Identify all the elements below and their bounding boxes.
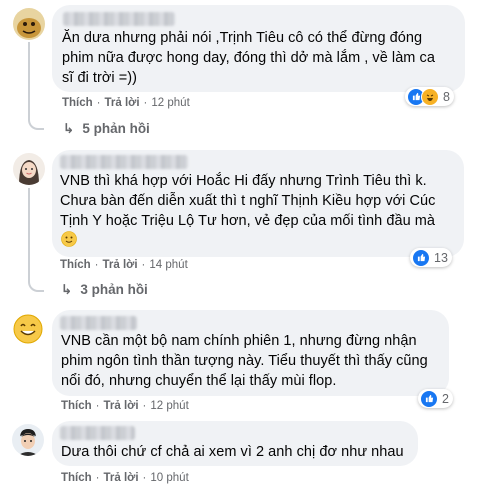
comment-time[interactable]: 14 phút bbox=[149, 259, 187, 271]
slightly-smiling-face-icon bbox=[61, 231, 77, 252]
reaction-count: 8 bbox=[443, 89, 450, 104]
thread-line bbox=[28, 278, 44, 292]
haha-reaction-icon bbox=[421, 87, 439, 106]
reaction-summary[interactable]: 8 bbox=[405, 87, 454, 106]
thread-line bbox=[28, 42, 30, 116]
comment-time[interactable]: 10 phút bbox=[150, 472, 188, 484]
avatar[interactable] bbox=[12, 424, 44, 456]
user-avatar-icon bbox=[12, 424, 44, 456]
comment-text: VNB cần một bộ nam chính phiên 1, nhưng … bbox=[61, 333, 428, 389]
like-link[interactable]: Thích bbox=[62, 97, 93, 109]
avatar[interactable] bbox=[12, 313, 44, 345]
commenter-name[interactable] bbox=[60, 155, 188, 169]
reaction-count: 2 bbox=[442, 391, 449, 406]
commenter-name[interactable] bbox=[63, 12, 175, 26]
comment-actions: Thích · Trả lời · 14 phút bbox=[60, 259, 188, 271]
commenter-name[interactable] bbox=[60, 426, 135, 440]
like-reaction-icon bbox=[420, 389, 438, 408]
comment-text: VNB thì khá hợp với Hoắc Hi đấy nhưng Tr… bbox=[60, 173, 436, 229]
view-replies-link[interactable]: ↳ 3 phản hồi bbox=[61, 282, 148, 298]
comment-actions: Thích · Trả lời · 12 phút bbox=[61, 400, 189, 412]
thread-line bbox=[28, 116, 44, 130]
comment-time[interactable]: 12 phút bbox=[151, 97, 189, 109]
user-avatar-icon bbox=[13, 153, 45, 185]
comment-text: Ăn dưa nhưng phải nói ,Trịnh Tiêu cô có … bbox=[62, 30, 435, 86]
reply-link[interactable]: Trả lời bbox=[105, 97, 140, 109]
reaction-summary[interactable]: 13 bbox=[410, 248, 452, 267]
comment-time[interactable]: 12 phút bbox=[150, 400, 188, 412]
reply-arrow-icon: ↳ bbox=[63, 121, 75, 136]
comment-actions: Thích · Trả lời · 12 phút bbox=[62, 97, 190, 109]
comment-actions: Thích · Trả lời · 10 phút bbox=[61, 472, 189, 484]
reaction-summary[interactable]: 2 bbox=[418, 389, 453, 408]
user-avatar-icon bbox=[13, 8, 45, 40]
commenter-name[interactable] bbox=[60, 316, 137, 330]
reply-arrow-icon: ↳ bbox=[61, 282, 73, 297]
like-link[interactable]: Thích bbox=[60, 259, 91, 271]
reply-link[interactable]: Trả lời bbox=[104, 400, 139, 412]
view-replies-link[interactable]: ↳ 5 phản hồi bbox=[63, 121, 150, 137]
reply-link[interactable]: Trả lời bbox=[103, 259, 138, 271]
thread-line bbox=[28, 188, 30, 278]
reaction-count: 13 bbox=[434, 250, 448, 265]
avatar[interactable] bbox=[13, 153, 45, 185]
like-link[interactable]: Thích bbox=[61, 472, 92, 484]
like-reaction-icon bbox=[412, 248, 430, 267]
like-link[interactable]: Thích bbox=[61, 400, 92, 412]
avatar[interactable] bbox=[13, 8, 45, 40]
comment-text: Dưa thôi chứ cf chả ai xem vì 2 anh chị … bbox=[61, 444, 404, 460]
reply-link[interactable]: Trả lời bbox=[104, 472, 139, 484]
smiley-avatar-icon bbox=[12, 313, 44, 345]
